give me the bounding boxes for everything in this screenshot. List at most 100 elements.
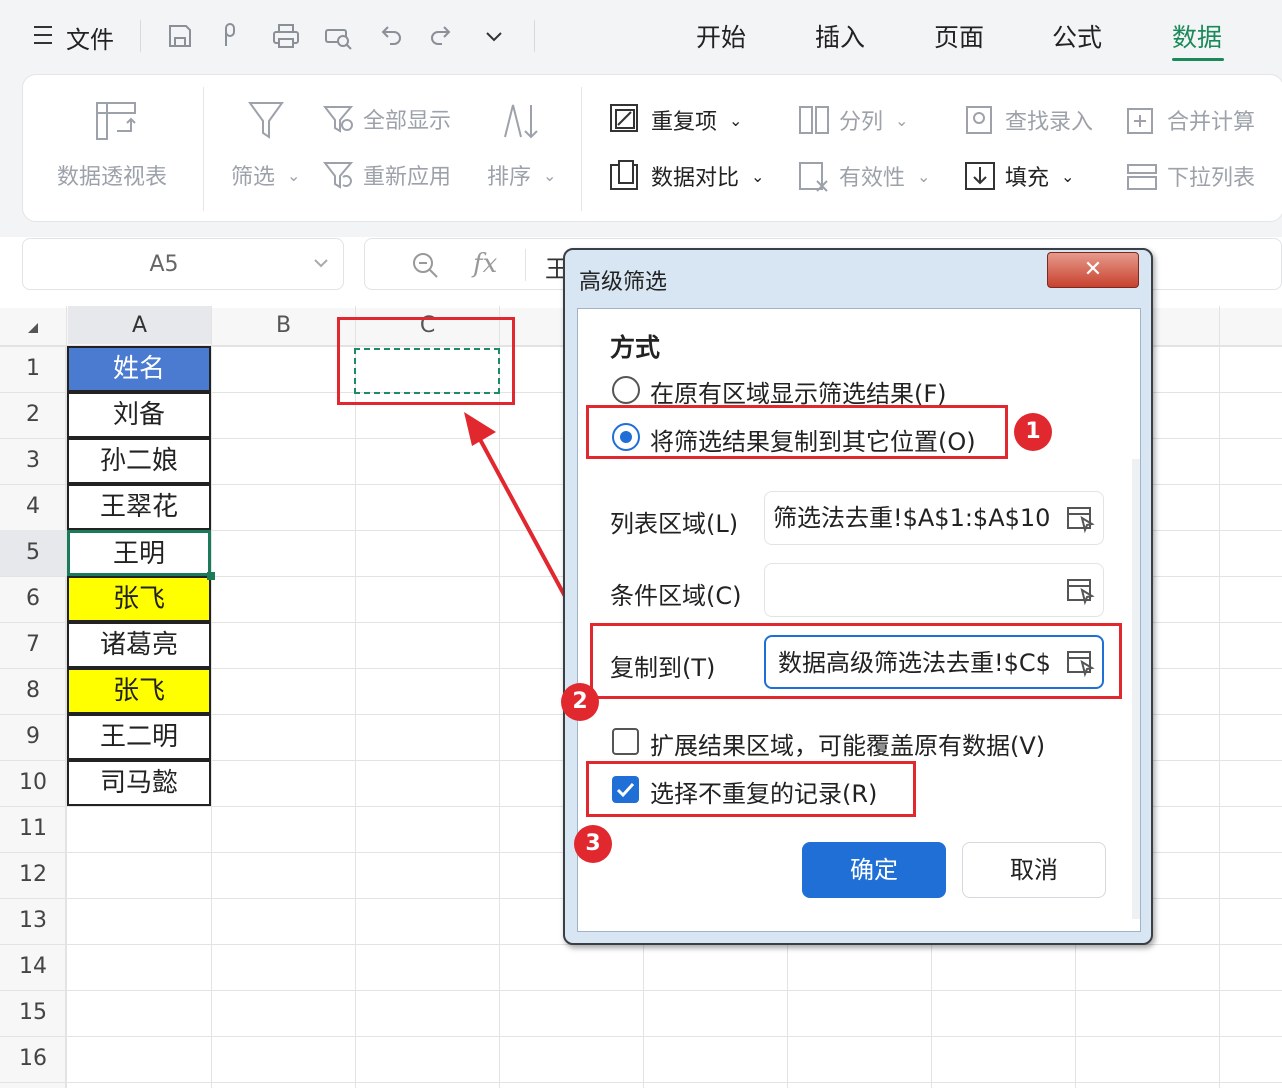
expand-checkbox[interactable]: [612, 728, 639, 755]
divider: [525, 249, 526, 281]
cancel-button[interactable]: 取消: [962, 842, 1106, 898]
tab-data[interactable]: 数据: [1172, 18, 1222, 54]
function-icon[interactable]: fx: [473, 249, 497, 279]
name-cell[interactable]: 诸葛亮: [67, 622, 211, 668]
filter-label: 筛选: [231, 165, 276, 190]
dropdown-list-button[interactable]: 下拉列表: [1125, 159, 1255, 193]
undo-icon[interactable]: [372, 18, 408, 54]
divider: [140, 20, 141, 52]
file-menu[interactable]: 文件: [66, 20, 114, 55]
row-header[interactable]: 5: [0, 530, 66, 576]
compare-button[interactable]: 数据对比 ⌄: [609, 159, 764, 193]
row-header[interactable]: 4: [0, 484, 66, 530]
unique-checkbox[interactable]: [612, 776, 639, 803]
row-header[interactable]: 13: [0, 898, 66, 944]
zoom-icon[interactable]: [411, 251, 439, 283]
pivot-table-button[interactable]: 数据透视表: [57, 159, 167, 191]
reapply-button[interactable]: 重新应用: [323, 159, 451, 191]
menu-icon[interactable]: [34, 24, 54, 46]
row-header[interactable]: 15: [0, 990, 66, 1036]
chevron-down-icon: ⌄: [729, 110, 743, 130]
step-badge-1: 1: [1014, 413, 1052, 451]
name-cell[interactable]: 王明: [67, 530, 211, 576]
list-range-value: 筛选法去重!$A$1:$A$10: [773, 504, 1051, 532]
column-header-a[interactable]: A: [68, 306, 211, 344]
row-header[interactable]: 10: [0, 760, 66, 806]
chevron-down-icon: ⌄: [895, 110, 909, 130]
duplicates-label: 重复项: [651, 110, 718, 135]
print-preview-icon[interactable]: [320, 18, 356, 54]
dropdown-list-icon: [1127, 164, 1157, 190]
name-cell[interactable]: 司马懿: [67, 760, 211, 806]
filter-button[interactable]: 筛选 ⌄: [231, 159, 300, 191]
split-column-button[interactable]: 分列 ⌄: [797, 103, 908, 137]
sort-icon: [499, 101, 541, 145]
row-header[interactable]: 14: [0, 944, 66, 990]
chevron-down-icon: ⌄: [751, 166, 765, 186]
show-all-button[interactable]: 全部显示: [323, 103, 451, 135]
tab-formula[interactable]: 公式: [1052, 18, 1102, 54]
criteria-range-input[interactable]: [764, 563, 1104, 617]
name-cell[interactable]: 刘备: [67, 392, 211, 438]
row-header[interactable]: 9: [0, 714, 66, 760]
name-cell[interactable]: 王二明: [67, 714, 211, 760]
consolidate-button[interactable]: 合并计算: [1125, 103, 1255, 137]
print-icon[interactable]: [268, 18, 304, 54]
scrollbar[interactable]: [1132, 459, 1140, 919]
validity-button[interactable]: 有效性 ⌄: [797, 159, 930, 193]
fill-label: 填充: [1005, 166, 1050, 191]
fill-button[interactable]: 填充 ⌄: [963, 159, 1074, 193]
find-entry-label: 查找录入: [1005, 110, 1094, 135]
row-header[interactable]: 6: [0, 576, 66, 622]
chevron-down-icon: ⌄: [543, 165, 557, 185]
row-header[interactable]: 7: [0, 622, 66, 668]
tab-home[interactable]: 开始: [696, 18, 746, 54]
chevron-down-icon[interactable]: [311, 253, 331, 277]
grid-line: [1219, 306, 1220, 1088]
row-header[interactable]: 3: [0, 438, 66, 484]
range-picker-icon[interactable]: [1066, 576, 1096, 610]
name-cell[interactable]: 王翠花: [67, 484, 211, 530]
range-picker-icon[interactable]: [1066, 648, 1096, 682]
row-header[interactable]: 8: [0, 668, 66, 714]
chevron-down-icon[interactable]: [476, 18, 512, 54]
name-cell[interactable]: 张飞: [67, 668, 211, 714]
expand-checkbox-label[interactable]: 扩展结果区域，可能覆盖原有数据(V): [650, 726, 1045, 761]
unique-checkbox-label[interactable]: 选择不重复的记录(R): [650, 774, 877, 809]
radio-copy-label[interactable]: 将筛选结果复制到其它位置(O): [650, 422, 976, 457]
row-header[interactable]: 12: [0, 852, 66, 898]
redo-icon[interactable]: [424, 18, 460, 54]
radio-inplace[interactable]: [612, 376, 640, 404]
grid-line: [355, 306, 356, 1088]
radio-copy[interactable]: [612, 423, 640, 451]
copy-target-cell[interactable]: [354, 348, 500, 394]
export-icon[interactable]: [214, 18, 250, 54]
name-cell[interactable]: 张飞: [67, 576, 211, 622]
copyto-input[interactable]: 数据高级筛选法去重!$C$: [764, 635, 1104, 689]
row-header[interactable]: 16: [0, 1036, 66, 1082]
tab-page[interactable]: 页面: [934, 18, 984, 54]
row-header[interactable]: 2: [0, 392, 66, 438]
active-tab-indicator: [1172, 58, 1224, 61]
split-column-label: 分列: [839, 110, 884, 135]
row-header[interactable]: 11: [0, 806, 66, 852]
header-cell[interactable]: 姓名: [67, 346, 211, 392]
ok-button[interactable]: 确定: [802, 842, 946, 898]
duplicates-button[interactable]: 重复项 ⌄: [609, 103, 742, 137]
sort-button[interactable]: 排序 ⌄: [487, 159, 556, 191]
save-icon[interactable]: [162, 18, 198, 54]
row-header[interactable]: 1: [0, 346, 66, 392]
close-button[interactable]: ✕: [1047, 252, 1139, 288]
radio-inplace-label[interactable]: 在原有区域显示筛选结果(F): [650, 374, 947, 409]
fill-handle[interactable]: [207, 572, 215, 580]
tab-insert[interactable]: 插入: [815, 18, 865, 54]
find-entry-button[interactable]: 查找录入: [963, 103, 1093, 137]
list-range-input[interactable]: 筛选法去重!$A$1:$A$10: [764, 491, 1104, 545]
name-cell[interactable]: 孙二娘: [67, 438, 211, 484]
find-entry-icon: [966, 106, 992, 134]
ribbon: 数据透视表 筛选 ⌄ 全部显示 重新应用 排序 ⌄ 重复项 ⌄ 数据对比 ⌄ 分列 ⌄ 有…: [22, 74, 1282, 222]
name-box[interactable]: A5: [22, 238, 344, 290]
column-header-b[interactable]: B: [212, 306, 355, 344]
select-all-corner[interactable]: [26, 320, 40, 339]
range-picker-icon[interactable]: [1066, 504, 1096, 538]
